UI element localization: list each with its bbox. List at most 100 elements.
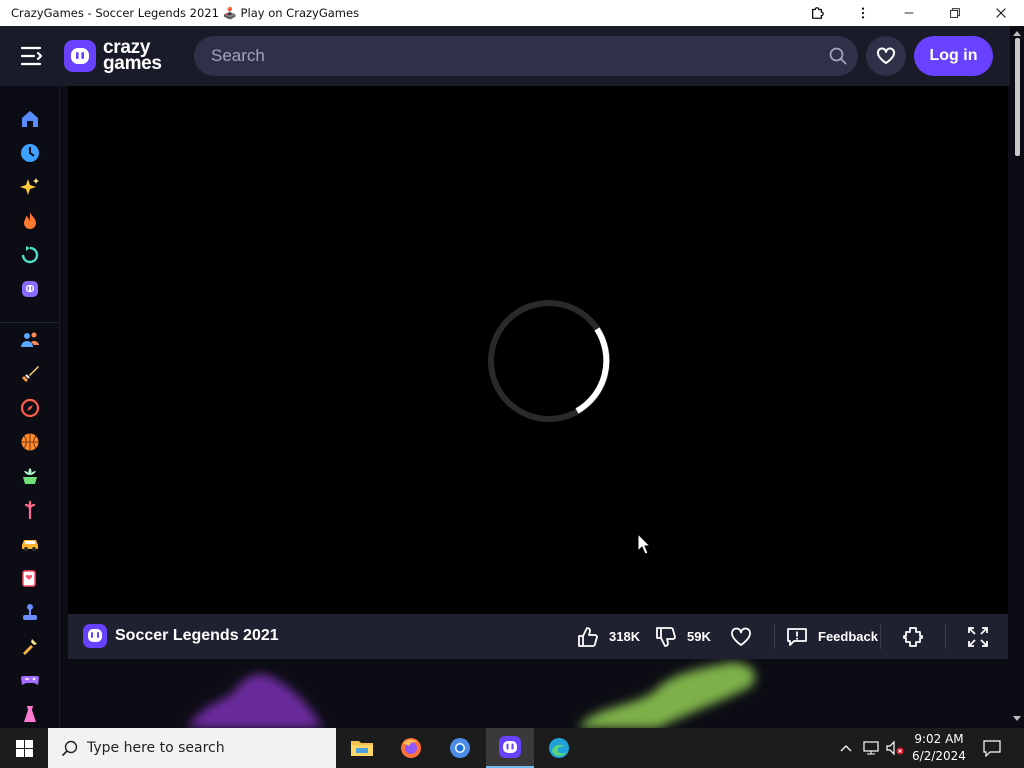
dress-up-icon <box>24 706 36 722</box>
sidebar-item-home[interactable] <box>18 107 42 131</box>
sidebar-item-action[interactable] <box>18 362 42 386</box>
sidebar-item-trending[interactable] <box>18 209 42 233</box>
restore-button[interactable] <box>932 0 978 26</box>
sidebar-divider <box>0 322 58 323</box>
dislike-button[interactable]: 59K <box>655 614 711 659</box>
loading-spinner-icon <box>488 300 610 422</box>
sidebar-item-gamepad[interactable] <box>18 668 42 692</box>
scroll-up-arrow-icon[interactable] <box>1013 30 1021 36</box>
windows-taskbar: Type here to search 9:02 AM 6/2/2024 <box>0 728 1024 768</box>
taskbar-clock[interactable]: 9:02 AM 6/2/2024 <box>908 731 970 765</box>
edge-icon <box>549 738 569 758</box>
controller-stick-icon <box>23 604 37 620</box>
sidebar-item-adventure[interactable] <box>18 396 42 420</box>
taskbar-file-explorer[interactable] <box>338 728 386 768</box>
network-status-button[interactable] <box>860 728 882 768</box>
hamburger-menu-icon <box>21 46 43 66</box>
casual-flower-icon <box>23 468 37 484</box>
fullscreen-icon <box>968 626 988 647</box>
search-input[interactable] <box>194 46 818 66</box>
menu-toggle-button[interactable] <box>0 26 64 86</box>
window-titlebar: CrazyGames - Soccer Legends 2021 🕹️ Play… <box>0 0 1024 26</box>
clock-time: 9:02 AM <box>914 732 964 746</box>
start-button[interactable] <box>0 728 48 768</box>
sidebar-item-clicker[interactable] <box>18 498 42 522</box>
feedback-label: Feedback <box>818 629 878 644</box>
windows-logo-icon <box>15 739 33 757</box>
sidebar-item-multiplayer[interactable] <box>18 328 42 352</box>
home-icon <box>22 111 38 127</box>
sidebar-item-driving[interactable] <box>18 532 42 556</box>
sidebar-item-updated[interactable] <box>18 243 42 267</box>
taskbar-crazygames-app[interactable] <box>486 728 534 768</box>
close-button[interactable] <box>978 0 1024 26</box>
sidebar-item-recent[interactable] <box>18 141 42 165</box>
game-title: Soccer Legends 2021 <box>115 627 279 644</box>
sidebar-item-dress-up[interactable] <box>18 702 42 726</box>
feedback-alert-icon <box>787 627 807 646</box>
clock-date: 6/2/2024 <box>912 749 966 763</box>
notification-icon <box>983 739 1001 757</box>
heart-icon <box>731 627 751 646</box>
driving-car-icon <box>22 540 38 551</box>
scroll-down-arrow-icon[interactable] <box>1013 716 1021 722</box>
show-hidden-icons-button[interactable] <box>836 728 856 768</box>
like-button[interactable]: 318K <box>577 614 640 659</box>
search-icon[interactable] <box>818 47 858 65</box>
site-header: crazy games Log in <box>0 26 1024 86</box>
favorites-button[interactable] <box>866 36 906 76</box>
page-scrollbar[interactable] <box>1010 26 1024 728</box>
sidebar-item-originals[interactable] <box>18 277 42 301</box>
logo-mascot-icon <box>64 40 96 72</box>
action-sword-icon <box>22 366 39 382</box>
feedback-button[interactable]: Feedback <box>786 614 878 659</box>
extensions-button[interactable] <box>794 0 840 26</box>
sidebar-item-basketball[interactable] <box>18 430 42 454</box>
taskbar-firefox[interactable] <box>387 728 435 768</box>
sidebar-item-shooting[interactable] <box>18 634 42 658</box>
toolbar-divider <box>945 624 946 649</box>
scrollbar-thumb[interactable] <box>1015 38 1020 156</box>
thumbs-down-icon <box>656 626 676 647</box>
restore-icon <box>950 8 960 18</box>
clicker-icon <box>24 500 36 520</box>
recent-clock-icon <box>21 144 39 162</box>
minimize-button[interactable] <box>886 0 932 26</box>
fullscreen-button[interactable] <box>967 614 989 659</box>
login-button[interactable]: Log in <box>914 36 993 76</box>
sidebar-item-controller[interactable] <box>18 600 42 624</box>
sidebar-item-casual[interactable] <box>18 464 42 488</box>
chromium-icon <box>450 738 470 758</box>
mouse-cursor-icon <box>637 533 651 555</box>
originals-icon <box>22 281 38 297</box>
taskbar-search-box[interactable]: Type here to search <box>48 728 336 768</box>
game-toolbar: Soccer Legends 2021 318K 59K Feedback <box>68 614 1008 659</box>
more-options-button[interactable] <box>840 0 886 26</box>
thumbs-up-icon <box>578 626 598 647</box>
logo-wordmark: crazy games <box>103 38 162 73</box>
sidebar-item-cards[interactable] <box>18 566 42 590</box>
updated-refresh-icon <box>21 246 39 264</box>
puzzle-icon <box>811 7 824 19</box>
window-title: CrazyGames - Soccer Legends 2021 🕹️ Play… <box>11 6 360 20</box>
search-bar[interactable] <box>194 36 858 76</box>
cards-icon <box>22 570 36 587</box>
speaker-muted-icon <box>886 740 904 756</box>
kebab-menu-icon <box>861 7 865 19</box>
game-frame[interactable] <box>68 86 1008 614</box>
taskbar-edge[interactable] <box>535 728 583 768</box>
favorite-game-button[interactable] <box>730 614 752 659</box>
notifications-button[interactable] <box>976 728 1008 768</box>
theater-mode-button[interactable] <box>902 614 924 659</box>
close-icon <box>996 8 1006 18</box>
sidebar-item-new[interactable] <box>18 175 42 199</box>
network-icon <box>863 741 879 755</box>
shooting-icon <box>23 639 37 655</box>
taskbar-chromium[interactable] <box>436 728 484 768</box>
crazygames-logo[interactable]: crazy games <box>64 26 162 86</box>
heart-icon <box>877 47 895 64</box>
crazygames-app-icon <box>499 736 521 758</box>
minimize-icon <box>904 12 914 14</box>
volume-button[interactable] <box>884 728 906 768</box>
background-art-image <box>188 662 756 728</box>
